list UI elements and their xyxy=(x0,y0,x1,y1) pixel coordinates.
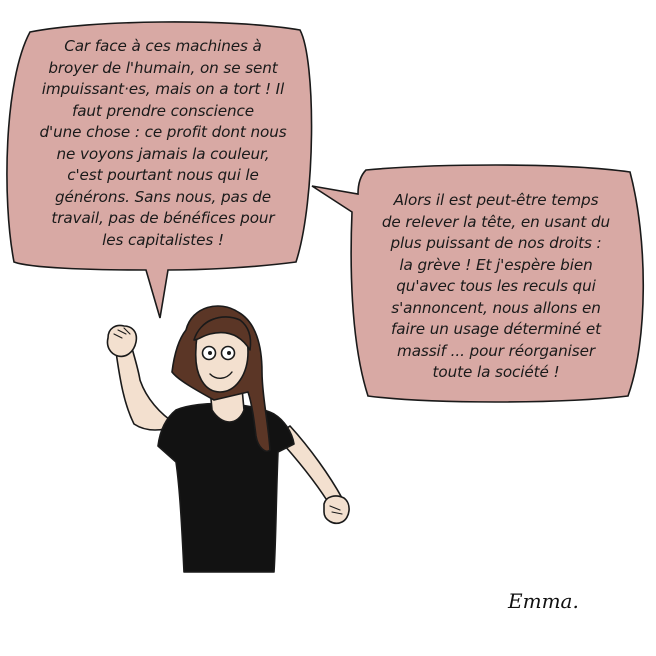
character xyxy=(106,305,350,573)
bubble-left-line: c'est pourtant nous qui le xyxy=(67,166,259,184)
bubble-right-line: la grève ! Et j'espère bien xyxy=(399,255,593,274)
bubble-right-line: faire un usage déterminé et xyxy=(391,320,601,338)
raised-arm xyxy=(115,347,177,431)
author-signature: Emma. xyxy=(508,589,579,613)
bubble-right-line: s'annoncent, nous allons en xyxy=(391,298,601,317)
bubble-right-line: plus puissant de nos droits : xyxy=(390,234,602,252)
bubble-left-line: broyer de l'humain, on se sent xyxy=(48,58,278,77)
bubble-left-line: générons. Sans nous, pas de xyxy=(54,187,272,206)
lowered-fist-icon xyxy=(323,495,350,525)
bubble-right-line: qu'avec tous les reculs qui xyxy=(396,277,596,295)
bubble-right-line: de relever la tête, en usant du xyxy=(381,212,611,231)
bubble-right-line: toute la société ! xyxy=(432,363,560,381)
bubble-right-line: Alors il est peut-être temps xyxy=(393,191,599,209)
bubble-left-line: d'une chose : ce profit dont nous xyxy=(39,123,287,141)
speech-bubble-right-text: Alors il est peut-être temps de relever … xyxy=(362,190,630,384)
bubble-left-line: ne voyons jamais la couleur, xyxy=(56,144,270,163)
speech-bubble-left-text: Car face à ces machines à broyer de l'hu… xyxy=(18,36,308,251)
bubble-left-line: Car face à ces machines à xyxy=(64,37,262,55)
bubble-right-line: massif ... pour réorganiser xyxy=(397,341,595,360)
bubble-left-line: faut prendre conscience xyxy=(71,101,255,120)
raised-fist-icon xyxy=(106,324,138,358)
bubble-left-line: les capitalistes ! xyxy=(102,230,224,249)
comic-panel: Car face à ces machines à broyer de l'hu… xyxy=(0,0,656,656)
bubble-left-line: impuissant·es, mais on a tort ! Il xyxy=(41,80,285,98)
black-shirt xyxy=(157,402,295,573)
bubble-left-line: travail, pas de bénéfices pour xyxy=(51,209,275,227)
